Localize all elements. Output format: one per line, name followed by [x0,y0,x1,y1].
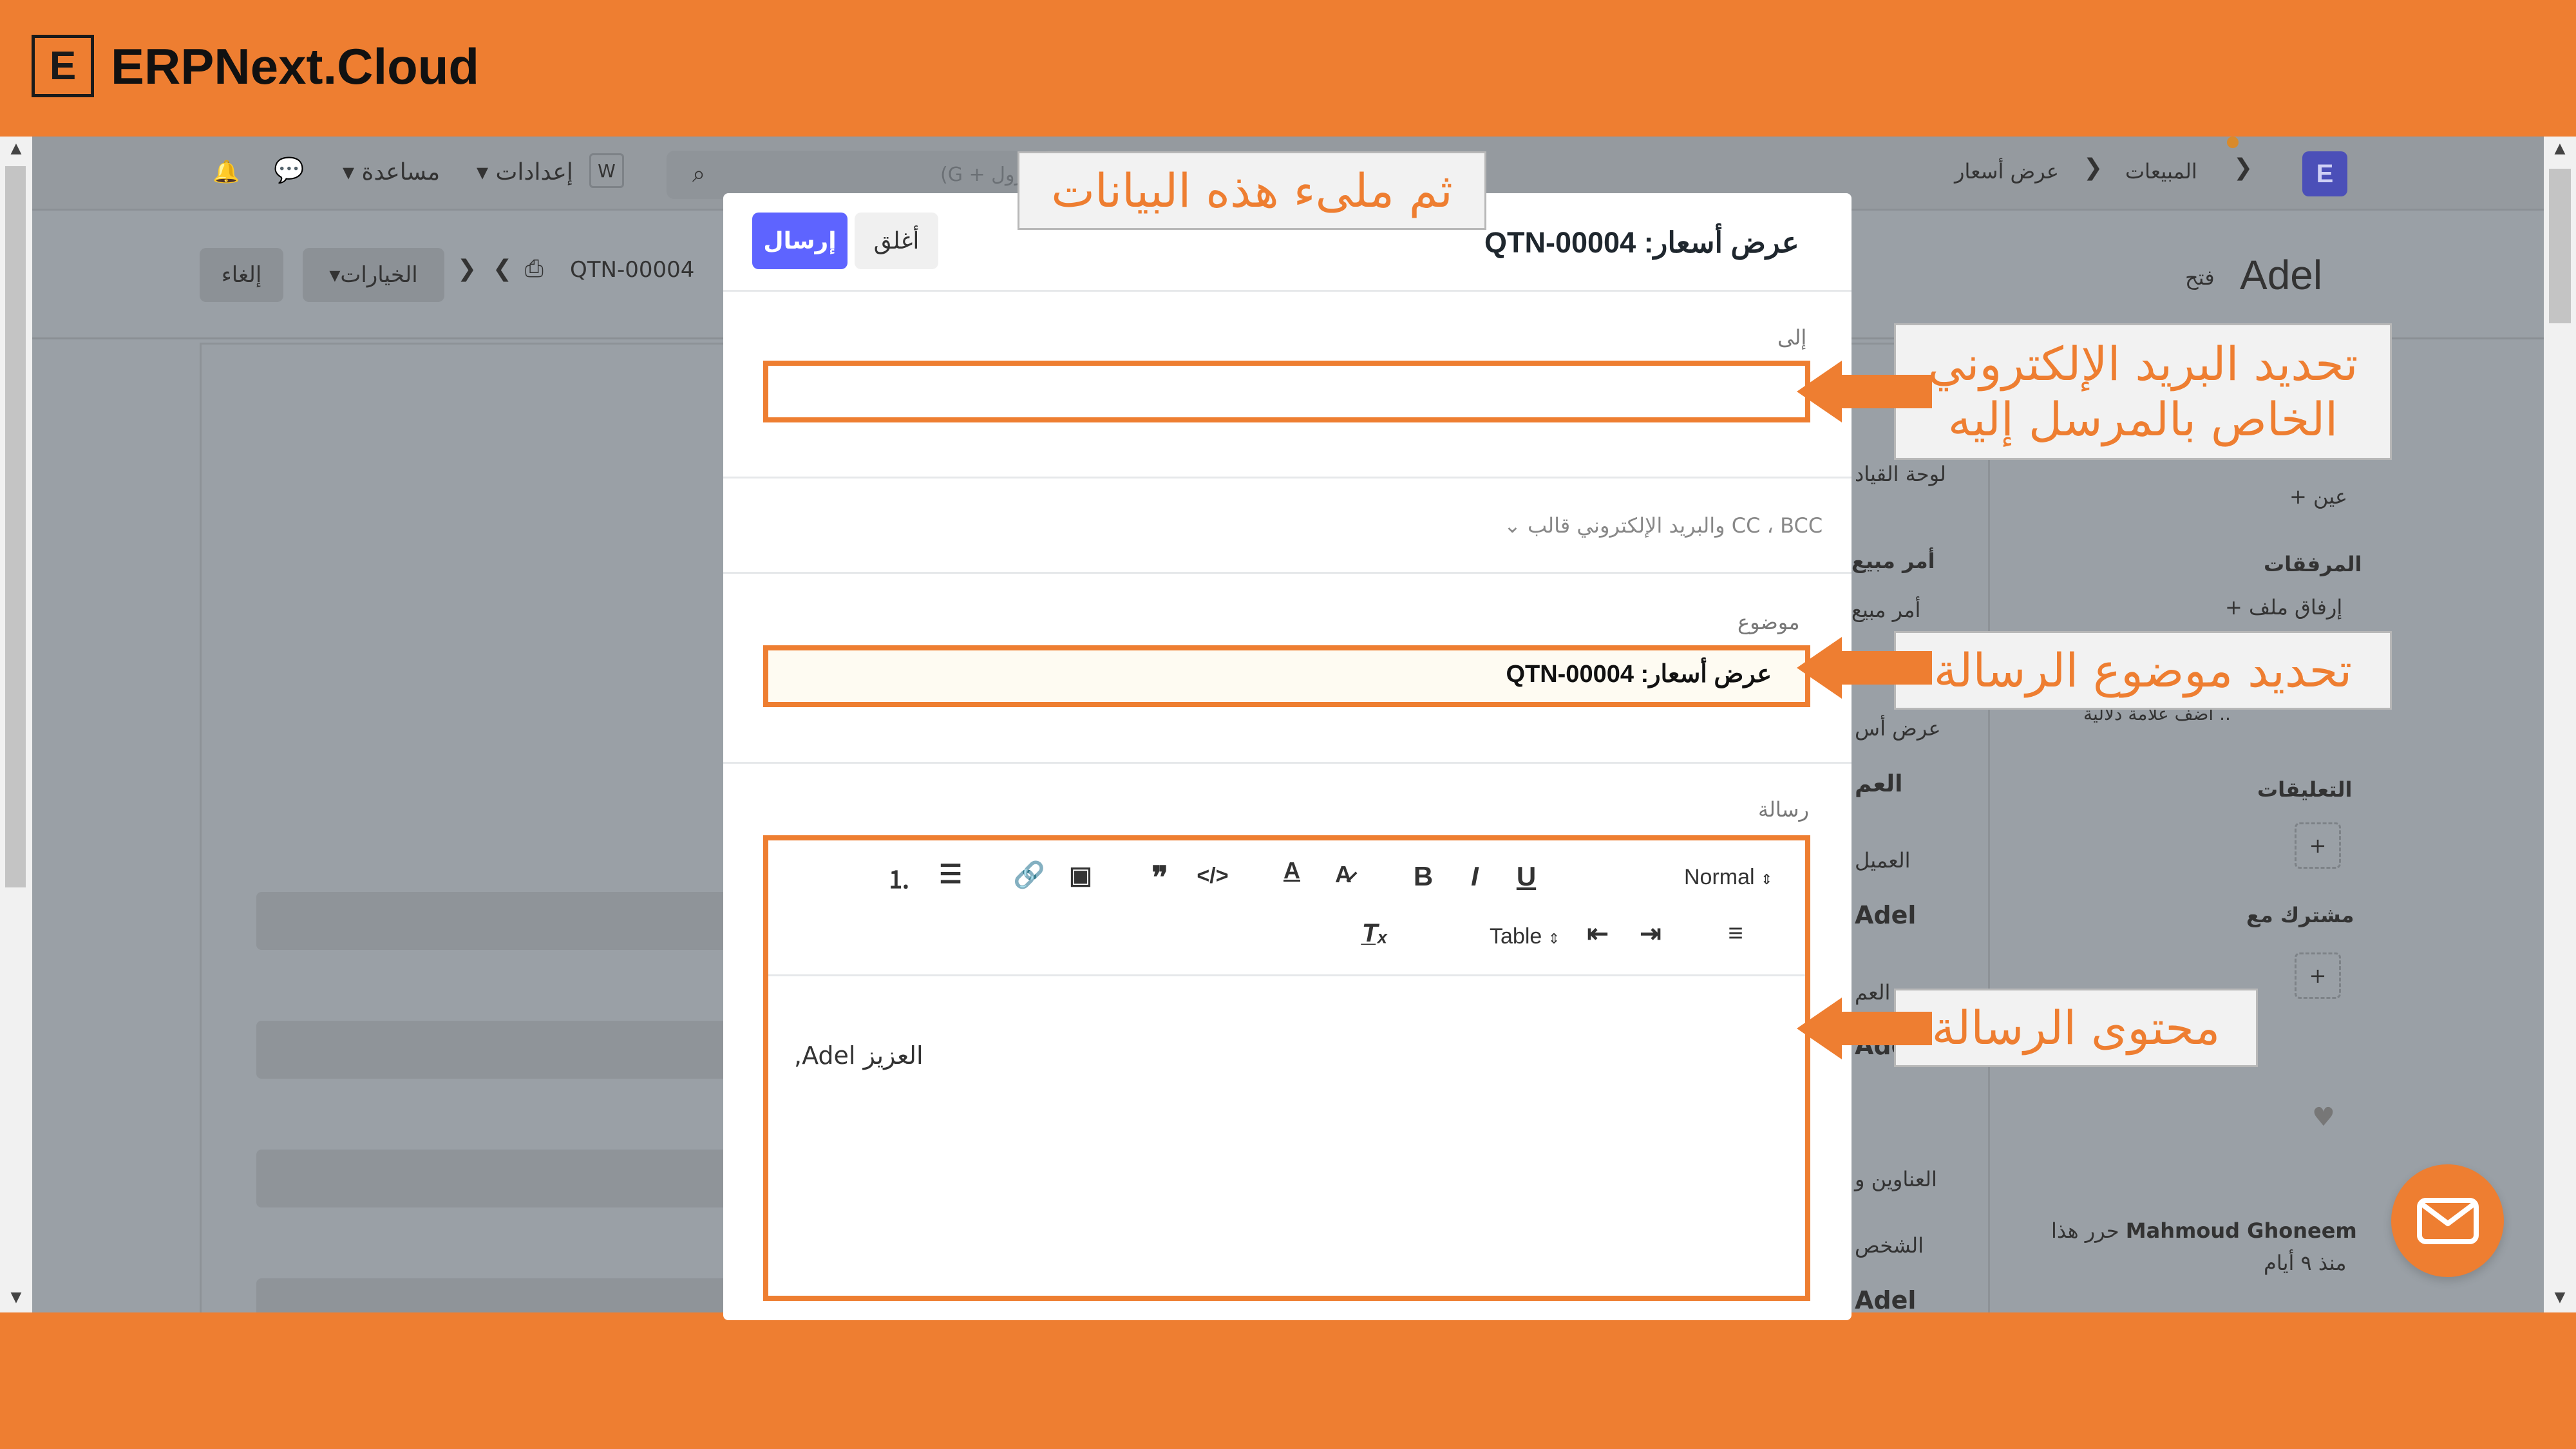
sales-order-label: أمر مبيع [1852,598,1921,622]
divider [723,762,1852,764]
addresses-label: العناوين و [1855,1167,1937,1191]
code-block-icon[interactable]: </> [1193,864,1232,889]
customer-heading: العم [1855,771,1903,797]
quotation-label: عرض أس [1855,716,1941,741]
shared-with-heading: مشترك مع [2246,903,2354,927]
underline-icon[interactable]: U [1507,861,1546,892]
heart-icon[interactable]: ♥ [2312,1103,2335,1132]
toolbar-divider [768,974,1805,976]
background-color-icon[interactable]: A̷ [1324,861,1363,888]
chevron-down-icon: ⌄ [1504,513,1521,538]
table-select[interactable]: Table ⇕ [1490,924,1560,949]
to-field[interactable] [763,361,1810,422]
chat-icon[interactable]: 💬 [274,156,304,185]
editor-content[interactable]: العزيز Adel, [794,1041,923,1070]
search-bar[interactable]: ⌕ (G + كنترول [667,151,1053,199]
attach-file-link[interactable]: + إرفاق ملف [2225,595,2342,620]
link-icon[interactable]: 🔗 [1010,860,1048,890]
status-text: فتح [2185,265,2215,290]
breadcrumb-sales[interactable]: المبيعات [2125,159,2197,184]
align-icon[interactable]: ≡ [1716,919,1755,948]
to-label: إلى [1777,325,1807,350]
status-dot [2227,137,2239,148]
dialog-title: عرض أسعار: QTN-00004 [1484,226,1799,259]
chevron-right-icon[interactable]: ❯ [457,256,477,282]
assign-add-link[interactable]: + عين [2289,484,2347,509]
divider [723,572,1852,574]
brand-name: ERPNext.Cloud [111,38,480,95]
mail-fab-button[interactable] [2391,1164,2504,1277]
print-icon[interactable]: ⎙ [525,256,544,283]
chevron-left-icon[interactable]: ❮ [493,256,512,282]
left-scrollbar[interactable]: ▲ ▼ [0,137,32,1312]
scroll-thumb[interactable] [2549,169,2571,323]
heading-select[interactable]: Normal ⇕ [1684,865,1772,890]
bell-icon[interactable]: 🔔 [213,159,240,185]
scroll-down-icon[interactable]: ▼ [0,1289,32,1305]
text-color-icon[interactable]: A [1273,857,1311,884]
breadcrumb-quotation[interactable]: عرض أسعار [1955,159,2059,184]
blockquote-icon[interactable]: ❞ [1141,860,1179,896]
customer-label: العميل [1855,848,1911,873]
send-button[interactable]: إرسال [752,213,848,269]
dashboard-label: لوحة القياد [1855,462,1946,486]
callout-content: محتوى الرسالة [1894,989,2258,1067]
comments-heading: التعليقات [2257,777,2353,802]
brand-logo: E [32,35,94,97]
close-button[interactable]: أغلق [855,213,938,269]
add-comment-button[interactable]: + [2295,822,2341,869]
settings-dropdown[interactable]: ▾ إعدادات [477,159,573,185]
search-icon: ⌕ [692,161,706,187]
italic-icon[interactable]: I [1455,861,1494,892]
mail-icon [2416,1197,2479,1244]
up-down-icon: ⇕ [1548,931,1560,947]
ordered-list-icon[interactable]: ⒈ [880,860,918,895]
outdent-icon[interactable]: ⇤ [1578,919,1617,949]
w-badge: W [589,153,624,188]
cancel-doc-button[interactable]: إلغاء [200,248,283,302]
image-icon[interactable]: ▣ [1061,861,1100,890]
customer-value: Adel [1855,901,1917,929]
divider [723,290,1852,292]
scroll-up-icon[interactable]: ▲ [2544,140,2576,156]
message-label: رسالة [1758,797,1809,822]
callout-recipient: تحديد البريد الإلكتروني الخاص بالمرسل إل… [1894,323,2392,460]
attachments-heading: المرفقات [2264,552,2362,576]
chevron-icon: ❯ [2083,155,2103,181]
up-down-icon: ⇕ [1761,871,1773,887]
edited-by: حرر هذا Mahmoud Ghoneem [2051,1218,2357,1243]
doc-id: QTN-00004 [570,257,695,283]
share-add-button[interactable]: + [2295,952,2341,999]
message-editor[interactable]: Normal ⇕ U I B A̷ A </> ❞ ▣ 🔗 ☰ ⒈ ≡ ⇥ ⇤ … [763,835,1810,1301]
options-dropdown[interactable]: ▾ الخيارات [303,248,444,302]
contact-label: الشخص [1855,1233,1924,1258]
app-logo[interactable]: E [2302,151,2347,196]
clear-format-icon[interactable]: T̲ₓ [1356,919,1394,948]
help-dropdown[interactable]: ▾ مساعدة [343,159,440,185]
right-scrollbar[interactable]: ▲ ▼ [2544,137,2576,1312]
cc-bcc-toggle[interactable]: CC ، BCC والبريد الإلكتروني قالب ⌄ [1504,513,1823,538]
scroll-down-icon[interactable]: ▼ [2544,1289,2576,1305]
subject-label: موضوع [1738,610,1800,634]
bold-icon[interactable]: B [1404,861,1443,892]
subject-value: عرض أسعار: QTN-00004 [1506,661,1772,688]
chevron-icon: ❯ [2233,155,2253,181]
contact-value: Adel [1855,1286,1917,1312]
sales-order-label: أمر مبيع [1852,549,1935,573]
subject-field[interactable]: عرض أسعار: QTN-00004 [763,645,1810,707]
page-title: Adel [2240,252,2323,298]
bullet-list-icon[interactable]: ☰ [931,860,970,889]
indent-icon[interactable]: ⇥ [1631,919,1670,949]
edited-ago: منذ ٩ أيام [2264,1251,2347,1275]
scroll-thumb[interactable] [5,166,26,887]
callout-fill-data: ثم ملىء هذه البيانات [1018,151,1486,230]
scroll-up-icon[interactable]: ▲ [0,140,32,156]
divider [723,477,1852,478]
callout-subject: تحديد موضوع الرسالة [1894,631,2392,710]
